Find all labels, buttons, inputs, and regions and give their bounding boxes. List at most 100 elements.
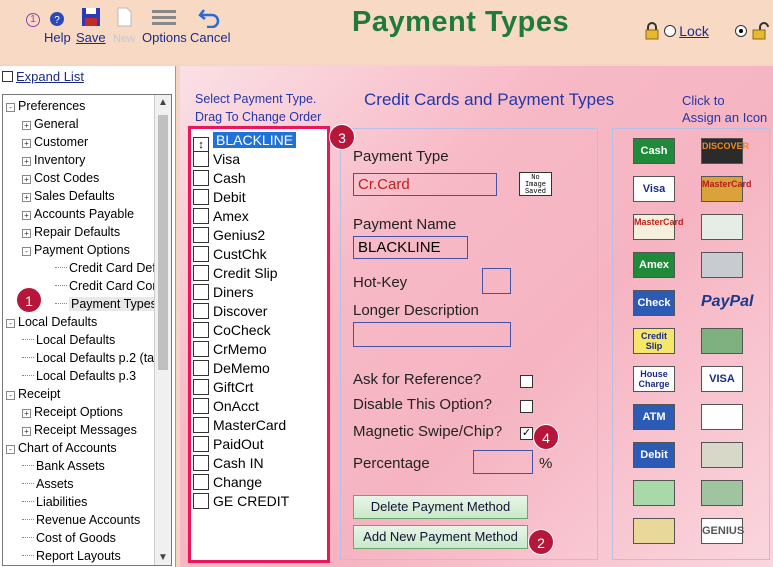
unlock-control[interactable]	[735, 22, 769, 40]
payment-type-item[interactable]: Visa	[193, 150, 328, 169]
tree-item[interactable]: Revenue Accounts	[22, 513, 140, 527]
drag-box-icon[interactable]	[193, 151, 209, 167]
lock-control[interactable]: Lock	[644, 22, 709, 40]
payment-type-item[interactable]: CrMemo	[193, 340, 328, 359]
amex-card-icon[interactable]	[701, 252, 743, 278]
payment-type-item[interactable]: GiftCrt	[193, 378, 328, 397]
tree-item[interactable]: - Local Defaults	[6, 315, 97, 329]
debit-icon[interactable]: Debit	[633, 442, 675, 468]
drag-box-icon[interactable]	[193, 208, 209, 224]
options-button[interactable]: Options	[142, 6, 187, 45]
payment-name-field[interactable]	[353, 236, 468, 259]
tree-item[interactable]: Report Layouts	[22, 549, 121, 563]
money-icon[interactable]	[701, 328, 743, 354]
amex-icon[interactable]: Amex	[633, 252, 675, 278]
tree-item[interactable]: + General	[22, 117, 78, 131]
payment-type-item[interactable]: MasterCard	[193, 416, 328, 435]
tree-item[interactable]: Credit Card Defau	[55, 261, 170, 275]
drag-box-icon[interactable]	[193, 189, 209, 205]
tree-item[interactable]: Credit Card Cont.	[55, 279, 166, 293]
tree-item[interactable]: + Receipt Options	[22, 405, 123, 419]
tree-item[interactable]: - Preferences	[6, 99, 85, 113]
longer-description-field[interactable]	[353, 322, 511, 347]
collapse-icon[interactable]: -	[6, 319, 15, 328]
tree-item[interactable]: + Sales Defaults	[22, 189, 115, 203]
expand-icon[interactable]: +	[22, 211, 31, 220]
expand-icon[interactable]: +	[22, 229, 31, 238]
diners-icon[interactable]	[701, 404, 743, 430]
expand-icon[interactable]: +	[22, 409, 31, 418]
tree-item[interactable]: + Cost Codes	[22, 171, 99, 185]
drag-box-icon[interactable]	[193, 265, 209, 281]
magnetic-swipe-checkbox[interactable]: ✓	[520, 427, 533, 440]
expand-icon[interactable]: +	[22, 175, 31, 184]
tree-item[interactable]: Local Defaults	[22, 333, 115, 347]
tree-item[interactable]: - Receipt	[6, 387, 60, 401]
drag-box-icon[interactable]	[193, 246, 209, 262]
payment-type-item[interactable]: Amex	[193, 207, 328, 226]
genius-icon[interactable]: GENIUS	[701, 518, 744, 544]
tree-item[interactable]: Payment Types	[55, 297, 159, 311]
tree-item[interactable]: - Payment Options	[22, 243, 130, 257]
payment-type-item[interactable]: Credit Slip	[193, 264, 328, 283]
payment-type-item[interactable]: Diners	[193, 283, 328, 302]
drag-box-icon[interactable]	[193, 493, 209, 509]
collapse-icon[interactable]: -	[22, 247, 31, 256]
scroll-down-icon[interactable]: ▼	[158, 552, 168, 563]
payment-type-list[interactable]: ↕ BLACKLINE Visa Cash Debit Amex Genius2 CustCh…	[188, 126, 330, 563]
scroll-thumb[interactable]	[158, 115, 168, 370]
drag-box-icon[interactable]	[193, 474, 209, 490]
collapse-icon[interactable]: -	[6, 103, 15, 112]
payment-type-item[interactable]: Genius2	[193, 226, 328, 245]
drag-box-icon[interactable]	[193, 170, 209, 186]
lock-radio[interactable]	[663, 25, 676, 37]
expand-icon[interactable]: +	[22, 121, 31, 130]
drag-box-icon[interactable]	[193, 436, 209, 452]
expand-icon[interactable]: +	[22, 193, 31, 202]
atm-icon[interactable]: ATM	[633, 404, 675, 430]
gift-cert-icon[interactable]	[633, 480, 675, 506]
mastercard-small-icon[interactable]: MasterCard	[701, 176, 752, 202]
expand-list-toggle[interactable]: Expand List	[2, 69, 84, 84]
payment-type-item[interactable]: Cash	[193, 169, 328, 188]
tree-item[interactable]: - Chart of Accounts	[6, 441, 117, 455]
tree-scrollbar[interactable]: ▲ ▼	[154, 95, 171, 565]
save-button[interactable]: Save	[76, 6, 106, 45]
drag-box-icon[interactable]	[193, 417, 209, 433]
cash-card-icon[interactable]: Cash	[633, 138, 675, 164]
expand-list-checkbox[interactable]	[2, 71, 13, 82]
expand-icon[interactable]: +	[22, 427, 31, 436]
payment-type-item[interactable]: OnAcct	[193, 397, 328, 416]
drag-box-icon[interactable]	[193, 455, 209, 471]
mastercard-icon[interactable]: MasterCard	[633, 214, 684, 240]
percentage-field[interactable]	[473, 450, 533, 474]
drag-box-icon[interactable]	[193, 303, 209, 319]
house-charge-icon[interactable]: House Charge	[633, 366, 675, 392]
banknote-icon[interactable]	[701, 442, 743, 468]
tree-item[interactable]: + Inventory	[22, 153, 85, 167]
tree-item[interactable]: Bank Assets	[22, 459, 105, 473]
ask-reference-checkbox[interactable]	[520, 375, 533, 388]
expand-icon[interactable]: +	[22, 157, 31, 166]
payment-type-item[interactable]: CustChk	[193, 245, 328, 264]
payment-type-item[interactable]: PaidOut	[193, 435, 328, 454]
bill-icon[interactable]	[701, 480, 743, 506]
payment-type-item[interactable]: GE CREDIT	[193, 492, 328, 511]
visa-logo-icon[interactable]: VISA	[701, 366, 743, 392]
drag-box-icon[interactable]	[193, 227, 209, 243]
credit-slip-icon[interactable]: Credit Slip	[633, 328, 675, 354]
unlock-radio[interactable]	[735, 25, 747, 37]
collapse-icon[interactable]: -	[6, 445, 15, 454]
drag-box-icon[interactable]	[193, 341, 209, 357]
drag-box-icon[interactable]	[193, 284, 209, 300]
tree-item[interactable]: + Repair Defaults	[22, 225, 120, 239]
payment-type-item[interactable]: DeMemo	[193, 359, 328, 378]
hotkey-field[interactable]	[482, 268, 511, 294]
payment-type-item[interactable]: CoCheck	[193, 321, 328, 340]
visa-card-icon[interactable]: Visa	[633, 176, 675, 202]
payment-type-item[interactable]: ↕ BLACKLINE	[193, 131, 328, 153]
certificate-icon[interactable]	[633, 518, 675, 544]
payment-type-item[interactable]: Debit	[193, 188, 328, 207]
check-icon[interactable]: Check	[633, 290, 675, 316]
drag-box-icon[interactable]	[193, 360, 209, 376]
